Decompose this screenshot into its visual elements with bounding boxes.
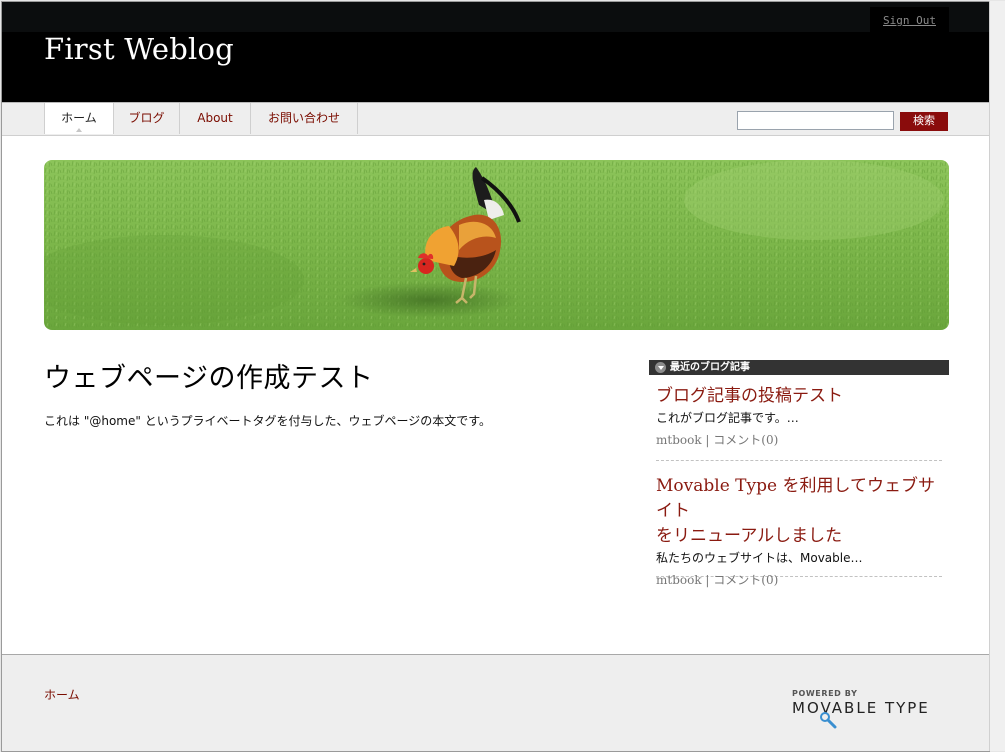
entry-author-link[interactable]: mtbook <box>656 433 702 447</box>
widget-title: 最近のブログ記事 <box>670 362 750 373</box>
page-body-text: これは "@home" というプライベートタグを付与した、ウェブページの本文です… <box>44 414 492 428</box>
entry-comments-link[interactable]: コメント(0) <box>713 433 778 447</box>
entry-meta: mtbook | コメント(0) <box>656 573 779 587</box>
signout-box: Sign Out <box>870 7 949 33</box>
movable-type-logo[interactable]: POWERED BY MOVABLE TYPE <box>792 689 930 729</box>
chevron-down-icon <box>655 362 666 373</box>
recent-entries-widget-header: 最近のブログ記事 <box>649 360 949 375</box>
entry-excerpt: これがブログ記事です。… <box>656 411 799 425</box>
tab-home[interactable]: ホーム <box>44 103 114 134</box>
tab-about[interactable]: About <box>180 103 251 134</box>
banner-image <box>44 160 949 330</box>
entry-comments-link[interactable]: コメント(0) <box>713 573 778 587</box>
search-input[interactable] <box>737 111 894 130</box>
powered-by-label: POWERED BY <box>792 689 858 698</box>
entry-author-link[interactable]: mtbook <box>656 573 702 587</box>
recent-entry: ブログ記事の投稿テスト これがブログ記事です。… mtbook | コメント(0… <box>656 384 942 461</box>
footer-home-link[interactable]: ホーム <box>44 686 80 703</box>
tab-contact[interactable]: お問い合わせ <box>251 103 358 134</box>
browser-viewport: First Weblog Sign Out ホーム ブログ About お問い合… <box>1 1 990 752</box>
entry-title-link[interactable]: ブログ記事の投稿テスト <box>656 384 942 409</box>
recent-entry: Movable Type を利用してウェブサイト をリニューアルしました 私たち… <box>656 474 942 587</box>
wrench-icon <box>820 712 837 729</box>
site-footer: ホーム POWERED BY MOVABLE TYPE <box>2 654 989 751</box>
tab-blog[interactable]: ブログ <box>114 103 180 134</box>
search-button[interactable]: 検索 <box>900 112 948 131</box>
entry-meta: mtbook | コメント(0) <box>656 433 779 447</box>
site-title-link[interactable]: First Weblog <box>44 32 234 66</box>
entry-excerpt: 私たちのウェブサイトは、Movable… <box>656 551 863 565</box>
movable-type-brand: MOVABLE TYPE <box>792 699 930 717</box>
entry-title-link[interactable]: Movable Type を利用してウェブサイト をリニューアルしました <box>656 474 942 549</box>
vertical-scrollbar[interactable] <box>989 1 1005 751</box>
page-title: ウェブページの作成テスト <box>44 363 374 394</box>
signout-link[interactable]: Sign Out <box>883 14 936 27</box>
nav-bar: ホーム ブログ About お問い合わせ 検索 <box>2 102 989 136</box>
rooster-on-grass-image <box>44 160 949 330</box>
header-top-band <box>2 2 989 32</box>
site-header: First Weblog Sign Out <box>2 2 989 102</box>
